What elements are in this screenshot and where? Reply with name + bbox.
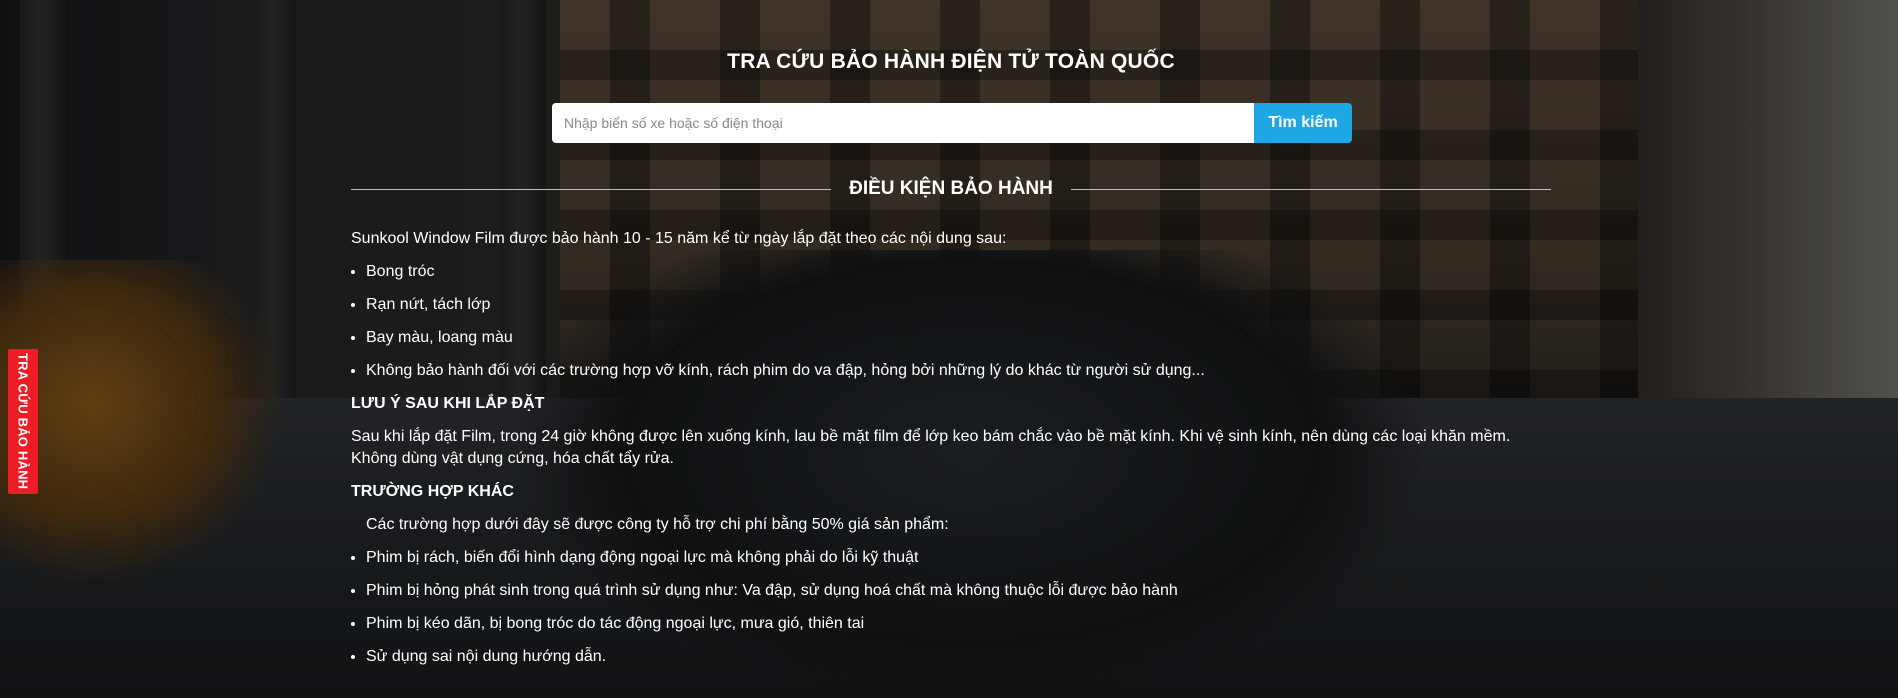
warranty-intro: Sunkool Window Film được bảo hành 10 - 1… bbox=[351, 230, 1007, 247]
page-title: TRA CỨU BẢO HÀNH ĐIỆN TỬ TOÀN QUỐC bbox=[727, 50, 1175, 73]
list-item: Sử dụng sai nội dung hướng dẫn. bbox=[366, 646, 1551, 668]
list-item: Không bảo hành đối với các trường hợp vỡ… bbox=[366, 360, 1551, 382]
warranty-conditions: Sunkool Window Film được bảo hành 10 - 1… bbox=[351, 228, 1551, 679]
list-item: Bong tróc bbox=[366, 261, 1551, 283]
side-tab-label: TRA CỨU BẢO HÀNH bbox=[15, 353, 31, 490]
list-item: Phim bị rách, biến đổi hình dạng động ng… bbox=[366, 547, 1551, 569]
other-list: Phim bị rách, biến đổi hình dạng động ng… bbox=[351, 547, 1551, 668]
section-title: ĐIỀU KIỆN BẢO HÀNH bbox=[849, 178, 1053, 199]
note-text: Sau khi lắp đặt Film, trong 24 giờ không… bbox=[351, 428, 1511, 467]
note-heading: LƯU Ý SAU KHI LẮP ĐẶT bbox=[351, 395, 545, 412]
list-item: Rạn nứt, tách lớp bbox=[366, 294, 1551, 316]
warranty-lookup-side-tab[interactable]: TRA CỨU BẢO HÀNH bbox=[8, 349, 38, 494]
list-item: Phim bị kéo dãn, bị bong tróc do tác độn… bbox=[366, 613, 1551, 635]
other-intro: Các trường hợp dưới đây sẽ được công ty … bbox=[366, 516, 949, 533]
search-button[interactable]: Tìm kiếm bbox=[1254, 103, 1352, 143]
list-item: Phim bị hỏng phát sinh trong quá trình s… bbox=[366, 580, 1551, 602]
section-divider: ĐIỀU KIỆN BẢO HÀNH bbox=[351, 178, 1551, 202]
list-item: Bay màu, loang màu bbox=[366, 327, 1551, 349]
search-input[interactable] bbox=[552, 103, 1254, 143]
search-bar: Tìm kiếm bbox=[552, 103, 1352, 143]
warranty-list: Bong tróc Rạn nứt, tách lớp Bay màu, loa… bbox=[351, 261, 1551, 382]
other-heading: TRƯỜNG HỢP KHÁC bbox=[351, 483, 514, 500]
